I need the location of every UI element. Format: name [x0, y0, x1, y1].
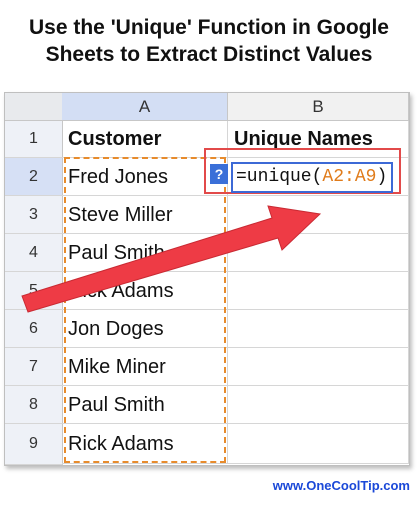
pointer-arrow-icon [21, 205, 322, 313]
site-credit: www.OneCoolTip.com [272, 478, 410, 493]
